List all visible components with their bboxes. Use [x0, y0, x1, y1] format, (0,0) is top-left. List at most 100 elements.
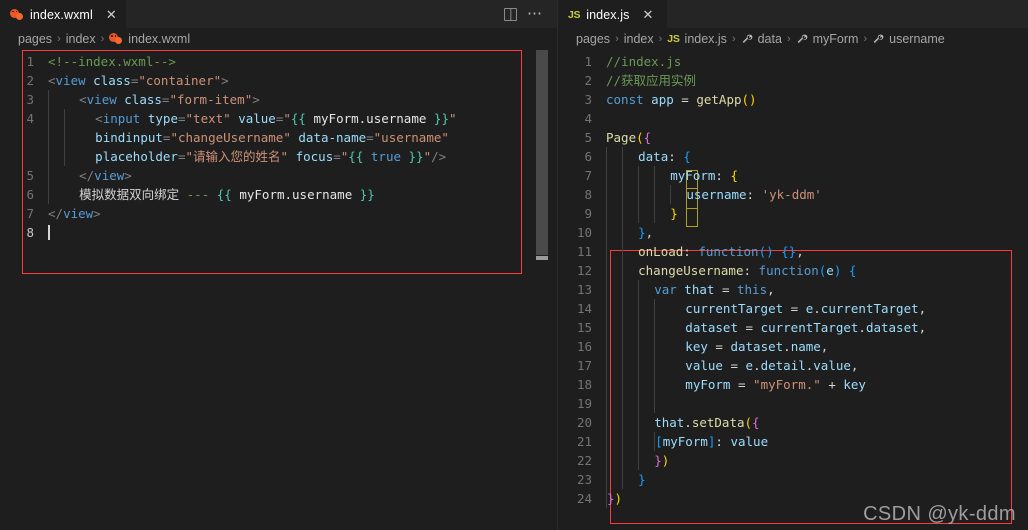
code-content: onLoad: function() {},	[592, 242, 1028, 261]
line-number: 4	[584, 111, 592, 126]
code-line: 16 key = dataset.name,	[558, 337, 1028, 356]
breadcrumb-item-pages[interactable]: pages	[18, 32, 52, 46]
code-content: var that = this,	[592, 280, 1028, 299]
scrollbar-thumb[interactable]	[536, 50, 548, 255]
code-content: currentTarget = e.currentTarget,	[592, 299, 1028, 318]
line-number: 6	[26, 187, 34, 202]
more-actions-icon[interactable]: ⋯	[527, 6, 543, 21]
code-content: <!--index.wxml-->	[48, 54, 176, 69]
code-editor-js[interactable]: 1 //index.js 2 //获取应用实例 3 const app = ge…	[558, 50, 1028, 508]
text-caret	[48, 225, 50, 240]
code-line: 6 data: {	[558, 147, 1028, 166]
close-icon[interactable]: ✕	[642, 8, 653, 21]
tabbar-actions: ⋯	[504, 0, 557, 28]
code-line: 13 var that = this,	[558, 280, 1028, 299]
code-line: 1 <!--index.wxml-->	[0, 52, 557, 71]
code-line-active: 8	[0, 223, 557, 242]
line-number: 2	[584, 73, 592, 88]
code-content: </view>	[48, 206, 101, 221]
line-number: 13	[576, 282, 592, 297]
vscode-window: index.wxml ✕ ⋯ pages › index › index.wxm…	[0, 0, 1028, 530]
code-content: <input type="text" value="{{ myForm.user…	[34, 109, 557, 128]
code-line: 2 <view class="container">	[0, 71, 557, 90]
code-content: [myForm]: value	[592, 432, 1028, 451]
line-number: 2	[26, 73, 34, 88]
line-number	[0, 128, 34, 147]
code-line: placeholder="请输入您的姓名" focus="{{ true }}"…	[0, 147, 557, 166]
code-line: 3 <view class="form-item">	[0, 90, 557, 109]
breadcrumb-right: pages › index › JS index.js › data › myF…	[558, 28, 1028, 50]
code-content: dataset = currentTarget.dataset,	[592, 318, 1028, 337]
code-content: myForm: {	[592, 166, 1028, 185]
breadcrumb-item-myform[interactable]: myForm	[796, 32, 859, 46]
line-number: 18	[576, 377, 592, 392]
code-content: },	[592, 223, 1028, 242]
line-number: 3	[584, 92, 592, 107]
breadcrumb-item-label: myForm	[812, 32, 859, 46]
code-content: //index.js	[606, 54, 682, 69]
code-content: bindinput="changeUsername" data-name="us…	[34, 128, 557, 147]
code-content: <view class="container">	[48, 73, 229, 88]
code-content: username: 'yk-ddm'	[592, 185, 1028, 204]
property-icon	[796, 33, 808, 45]
tab-label: index.wxml	[30, 7, 93, 22]
line-number: 20	[576, 415, 592, 430]
vertical-scrollbar-left[interactable]	[535, 50, 549, 530]
breadcrumb-separator: ›	[786, 33, 791, 45]
code-content: myForm = "myForm." + key	[592, 375, 1028, 394]
line-number: 24	[576, 491, 592, 506]
code-content: Page({	[606, 130, 652, 145]
tab-label: index.js	[586, 7, 630, 22]
line-number: 3	[26, 92, 34, 107]
tabbar-spacer	[126, 0, 504, 28]
code-line: 10 },	[558, 223, 1028, 242]
breadcrumb-item-label: data	[757, 32, 782, 46]
code-line: 8 username: 'yk-ddm'	[558, 185, 1028, 204]
tab-index-js[interactable]: JS index.js ✕	[558, 0, 668, 28]
code-content: key = dataset.name,	[592, 337, 1028, 356]
breadcrumb-item-username[interactable]: username	[872, 32, 945, 46]
breadcrumb-separator: ›	[863, 33, 868, 45]
line-number: 9	[584, 206, 592, 221]
code-content: changeUsername: function(e) {	[592, 261, 1028, 280]
breadcrumb-separator: ›	[658, 33, 663, 45]
code-line: 9 }	[558, 204, 1028, 223]
code-line: 23 }	[558, 470, 1028, 489]
breadcrumb-item-label: username	[889, 32, 945, 46]
line-number: 16	[576, 339, 592, 354]
code-content: })	[592, 451, 1028, 470]
breadcrumb-item-pages[interactable]: pages	[576, 32, 610, 46]
breadcrumb-item-data[interactable]: data	[741, 32, 782, 46]
editor-pane-right: JS index.js ✕ pages › index › JS index.j…	[558, 0, 1028, 530]
code-content: })	[606, 489, 623, 508]
js-file-icon: JS	[568, 8, 581, 21]
line-number: 10	[576, 225, 592, 240]
code-editor-wxml[interactable]: 1 <!--index.wxml--> 2 <view class="conta…	[0, 50, 557, 242]
line-number: 4	[26, 111, 34, 126]
wxml-file-icon	[10, 8, 24, 21]
property-icon	[872, 33, 884, 45]
breadcrumb-separator: ›	[57, 33, 61, 45]
property-icon	[741, 33, 753, 45]
line-number: 6	[584, 149, 592, 164]
breadcrumb-item-index-wxml[interactable]: index.wxml	[109, 32, 190, 46]
close-icon[interactable]: ✕	[106, 8, 117, 21]
wxml-file-icon	[109, 33, 123, 45]
code-line: 2 //获取应用实例	[558, 71, 1028, 90]
breadcrumb-item-index[interactable]: index	[66, 32, 96, 46]
line-number: 8	[584, 187, 592, 202]
code-line: 12 changeUsername: function(e) {	[558, 261, 1028, 280]
code-line: 17 value = e.detail.value,	[558, 356, 1028, 375]
split-editor-icon[interactable]	[504, 7, 517, 21]
tabbar-spacer	[667, 0, 1028, 28]
code-content: <view class="form-item">	[34, 90, 557, 109]
code-line: 5 </view>	[0, 166, 557, 185]
code-area-right[interactable]: 1 //index.js 2 //获取应用实例 3 const app = ge…	[558, 50, 1028, 530]
code-line: 4 <input type="text" value="{{ myForm.us…	[0, 109, 557, 128]
breadcrumb-item-index-js[interactable]: JS index.js	[667, 32, 727, 46]
breadcrumb-item-index[interactable]: index	[624, 32, 654, 46]
tab-index-wxml[interactable]: index.wxml ✕	[0, 0, 126, 28]
code-area-left[interactable]: 1 <!--index.wxml--> 2 <view class="conta…	[0, 50, 557, 530]
line-number: 17	[576, 358, 592, 373]
line-number: 8	[26, 225, 34, 240]
